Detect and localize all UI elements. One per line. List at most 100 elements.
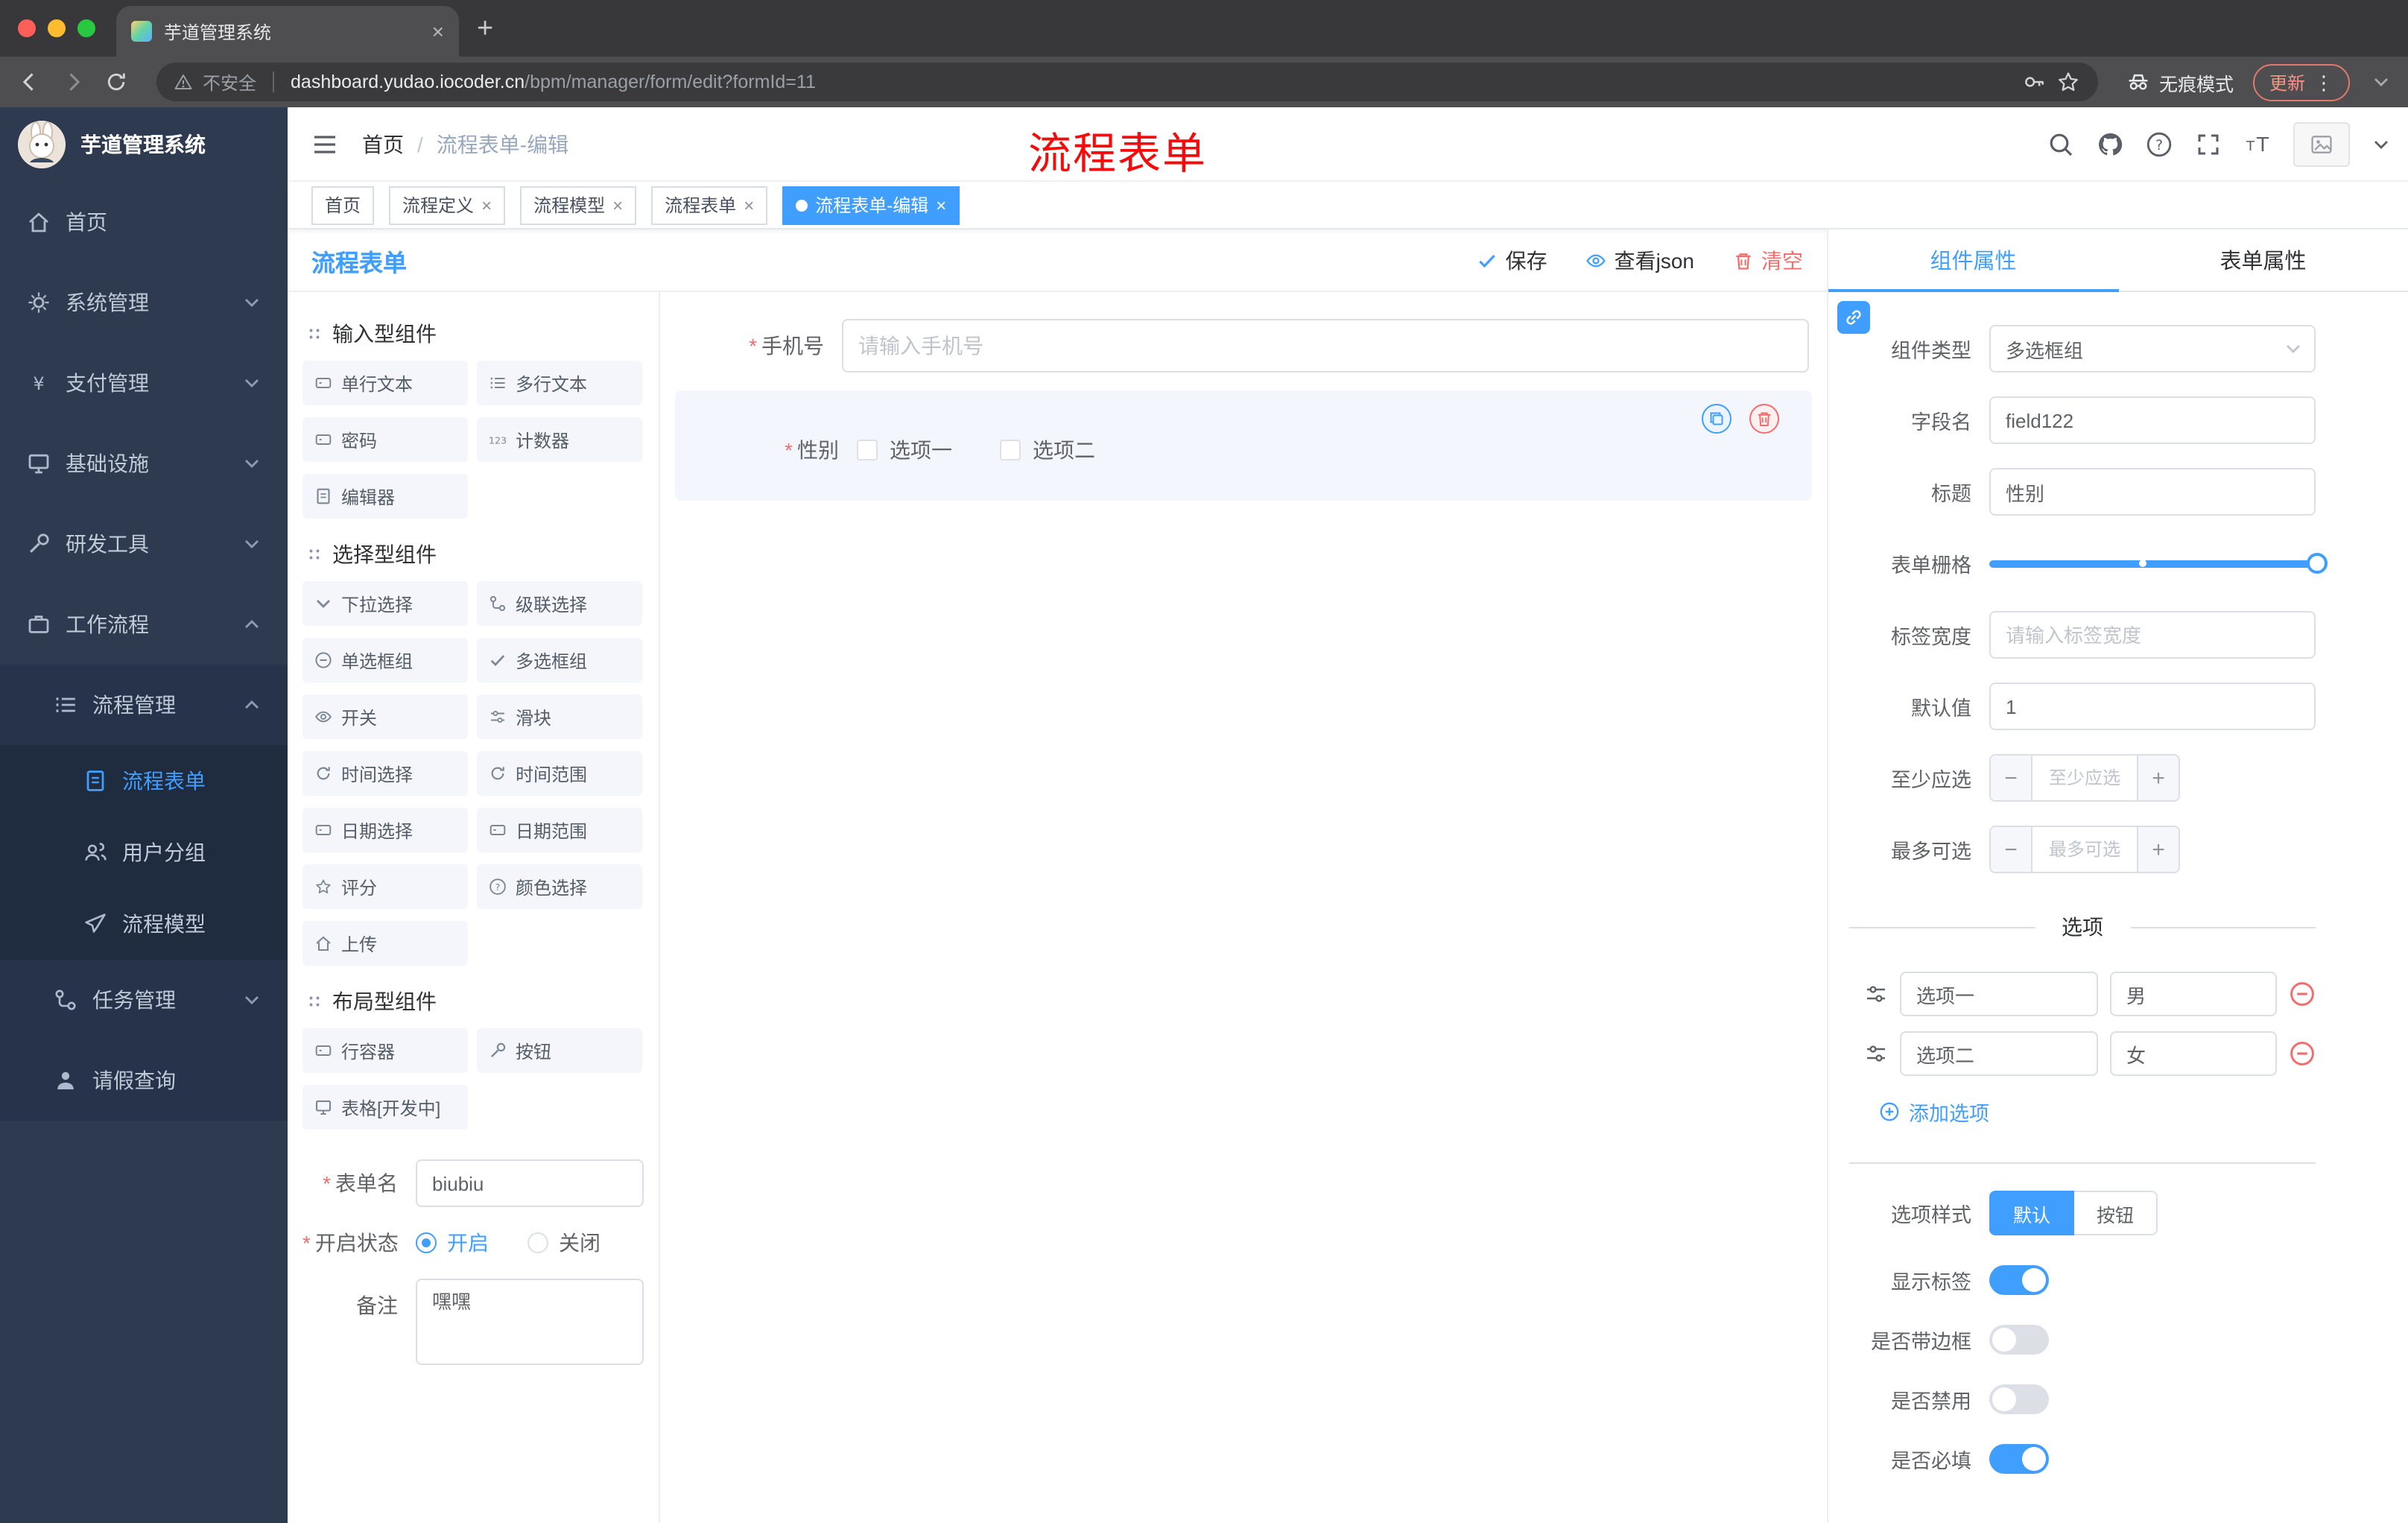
sidebar-item-infrastructure[interactable]: 基础设施 xyxy=(0,423,288,504)
tag-close-icon[interactable]: × xyxy=(612,194,623,215)
border-switch[interactable] xyxy=(1989,1325,2049,1355)
remove-option-icon[interactable] xyxy=(2289,981,2316,1007)
option1-value-input[interactable] xyxy=(2110,972,2277,1016)
clear-button[interactable]: 清空 xyxy=(1733,245,1803,275)
sidebar-logo[interactable]: 芋道管理系统 xyxy=(0,107,288,182)
search-icon[interactable] xyxy=(2047,130,2074,157)
user-avatar[interactable] xyxy=(2293,121,2350,166)
sidebar-item-process-form[interactable]: 流程表单 xyxy=(0,745,288,817)
option2-value-input[interactable] xyxy=(2110,1031,2277,1076)
copy-link-button[interactable] xyxy=(1837,301,1870,334)
field-name-input[interactable] xyxy=(1989,396,2316,444)
tag-process-form-edit[interactable]: 流程表单-编辑 × xyxy=(782,186,960,224)
tab-close-icon[interactable]: × xyxy=(432,21,444,42)
palette-item-editor[interactable]: 编辑器 xyxy=(302,474,468,519)
label-width-input[interactable] xyxy=(1989,611,2316,659)
view-json-button[interactable]: 查看json xyxy=(1586,245,1694,275)
window-minimize-button[interactable] xyxy=(48,19,66,37)
tag-home[interactable]: 首页 xyxy=(311,186,375,224)
canvas-field-phone[interactable]: * 手机号 xyxy=(675,313,1812,379)
remove-option-icon[interactable] xyxy=(2289,1040,2316,1067)
status-on-radio[interactable]: 开启 xyxy=(416,1228,489,1258)
breadcrumb-home[interactable]: 首页 xyxy=(362,129,404,159)
tab-form-props[interactable]: 表单属性 xyxy=(2118,229,2408,291)
show-label-switch[interactable] xyxy=(1989,1265,2049,1295)
tag-process-form[interactable]: 流程表单 × xyxy=(651,186,768,224)
palette-item-cascader[interactable]: 级联选择 xyxy=(477,581,642,626)
palette-item-counter[interactable]: 计数器 xyxy=(477,417,642,462)
disabled-switch[interactable] xyxy=(1989,1384,2049,1414)
style-button-button[interactable]: 按钮 xyxy=(2074,1191,2158,1235)
palette-item-date-picker[interactable]: 日期选择 xyxy=(302,808,468,852)
address-bar[interactable]: 不安全 dashboard.yudao.iocoder.cn/bpm/manag… xyxy=(156,63,2098,101)
stepper-minus-button[interactable]: − xyxy=(1991,827,2032,872)
add-option-button[interactable]: 添加选项 xyxy=(1879,1097,2316,1127)
sidebar-item-home[interactable]: 首页 xyxy=(0,182,288,262)
sidebar-item-leave-query[interactable]: 请假查询 xyxy=(0,1040,288,1121)
browser-tab[interactable]: 芋道管理系统 × xyxy=(116,6,459,57)
browser-update-button[interactable]: 更新 ⋮ xyxy=(2252,63,2350,101)
stepper-plus-button[interactable]: + xyxy=(2137,756,2179,800)
palette-item-row-container[interactable]: 行容器 xyxy=(302,1028,468,1073)
option1-name-input[interactable] xyxy=(1900,972,2098,1016)
tag-close-icon[interactable]: × xyxy=(936,194,946,215)
sidebar-item-system[interactable]: 系统管理 xyxy=(0,262,288,343)
delete-component-button[interactable] xyxy=(1749,404,1779,434)
tag-process-model[interactable]: 流程模型 × xyxy=(520,186,637,224)
form-remark-textarea[interactable]: 嘿嘿 xyxy=(416,1279,644,1365)
toolbar-chevron-icon[interactable] xyxy=(2372,73,2390,91)
gender-option1-checkbox[interactable]: 选项一 xyxy=(857,435,952,465)
sidebar-item-payment[interactable]: 支付管理 xyxy=(0,343,288,423)
option2-name-input[interactable] xyxy=(1900,1031,2098,1076)
palette-item-checkbox-group[interactable]: 多选框组 xyxy=(477,638,642,683)
palette-item-upload[interactable]: 上传 xyxy=(302,921,468,966)
forward-icon[interactable] xyxy=(61,70,85,94)
option-drag-icon[interactable] xyxy=(1864,1042,1888,1066)
max-select-input[interactable] xyxy=(2032,827,2137,872)
not-secure-warning-icon[interactable] xyxy=(174,73,192,91)
palette-item-select[interactable]: 下拉选择 xyxy=(302,581,468,626)
browser-menu-icon[interactable]: ⋮ xyxy=(2314,72,2333,92)
title-input[interactable] xyxy=(1989,468,2316,516)
phone-input[interactable] xyxy=(842,319,1809,373)
sidebar-item-process-model[interactable]: 流程模型 xyxy=(0,888,288,960)
form-canvas[interactable]: *手机号 *性别 选项一 xyxy=(660,292,1827,1523)
password-key-icon[interactable] xyxy=(2022,70,2046,94)
style-default-button[interactable]: 默认 xyxy=(1989,1191,2075,1235)
new-tab-button[interactable]: + xyxy=(477,14,493,42)
min-select-input[interactable] xyxy=(2032,756,2137,800)
palette-item-password[interactable]: 密码 xyxy=(302,417,468,462)
palette-item-time-picker[interactable]: 时间选择 xyxy=(302,751,468,796)
component-type-select[interactable]: 多选框组 xyxy=(1989,325,2316,373)
stepper-plus-button[interactable]: + xyxy=(2137,827,2179,872)
window-zoom-button[interactable] xyxy=(77,19,95,37)
status-off-radio[interactable]: 关闭 xyxy=(527,1228,601,1258)
gender-option2-checkbox[interactable]: 选项二 xyxy=(1000,435,1095,465)
palette-item-slider[interactable]: 滑块 xyxy=(477,694,642,739)
default-value-input[interactable] xyxy=(1989,683,2316,730)
window-close-button[interactable] xyxy=(18,19,36,37)
help-icon[interactable] xyxy=(2146,130,2173,157)
palette-item-time-range[interactable]: 时间范围 xyxy=(477,751,642,796)
palette-item-textarea[interactable]: 多行文本 xyxy=(477,361,642,405)
canvas-field-gender-selected[interactable]: * 性别 选项一 选项二 xyxy=(675,390,1812,501)
option-drag-icon[interactable] xyxy=(1864,982,1888,1006)
avatar-caret-icon[interactable] xyxy=(2372,135,2390,153)
tag-close-icon[interactable]: × xyxy=(744,194,754,215)
github-icon[interactable] xyxy=(2097,130,2123,157)
sidebar-item-user-group[interactable]: 用户分组 xyxy=(0,817,288,888)
stepper-minus-button[interactable]: − xyxy=(1991,756,2032,800)
save-button[interactable]: 保存 xyxy=(1477,245,1547,275)
tag-close-icon[interactable]: × xyxy=(481,194,492,215)
palette-item-date-range[interactable]: 日期范围 xyxy=(477,808,642,852)
copy-component-button[interactable] xyxy=(1702,404,1731,434)
sidebar-item-task-management[interactable]: 任务管理 xyxy=(0,960,288,1040)
palette-item-table[interactable]: 表格[开发中] xyxy=(302,1085,468,1130)
required-switch[interactable] xyxy=(1989,1444,2049,1474)
palette-item-single-line-text[interactable]: 单行文本 xyxy=(302,361,468,405)
form-name-input[interactable] xyxy=(416,1159,644,1207)
bookmark-star-icon[interactable] xyxy=(2056,70,2080,94)
tab-component-props[interactable]: 组件属性 xyxy=(1828,229,2118,292)
sidebar-item-devtools[interactable]: 研发工具 xyxy=(0,504,288,584)
palette-item-button[interactable]: 按钮 xyxy=(477,1028,642,1073)
